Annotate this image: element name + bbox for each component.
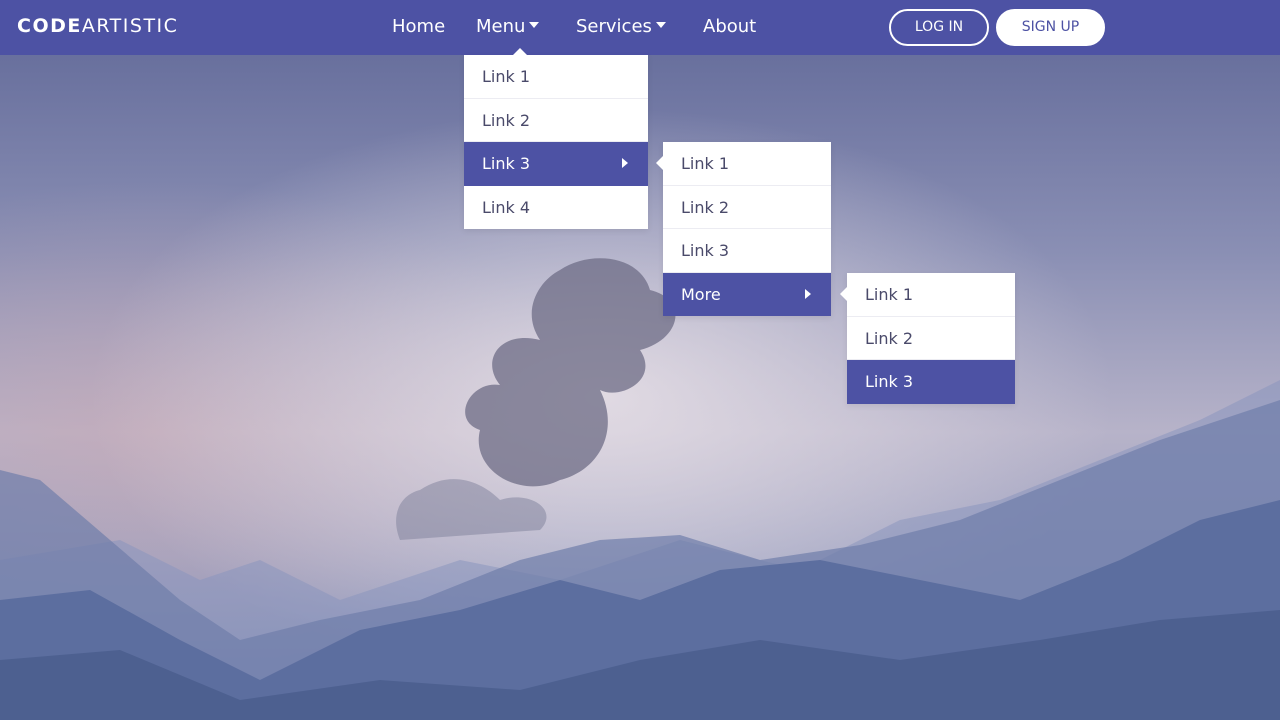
nav-about-link[interactable]: About — [703, 16, 756, 37]
brand-logo-bold: CODE — [17, 15, 82, 37]
submenu2-item-link3[interactable]: Link 3 — [663, 229, 831, 273]
signup-button[interactable]: SIGN UP — [996, 9, 1105, 46]
submenu2-item-label: Link 2 — [681, 197, 730, 217]
menu-dropdown: Link 1 Link 2 Link 3 Link 4 — [464, 55, 648, 229]
submenu3-item-label: Link 1 — [865, 285, 914, 304]
nav-menu-label: Menu — [476, 16, 526, 37]
submenu-pointer-icon — [840, 287, 847, 301]
nav-services-link[interactable]: Services — [576, 16, 666, 37]
menu-dropdown-item-label: Link 4 — [482, 197, 531, 217]
menu-dropdown-item-link2[interactable]: Link 2 — [464, 99, 648, 142]
caret-right-icon — [622, 158, 628, 169]
brand-logo-light: ARTISTIC — [81, 15, 179, 37]
submenu3-item-link2[interactable]: Link 2 — [847, 317, 1015, 360]
dropdown-pointer-icon — [513, 48, 527, 55]
submenu2-item-link1[interactable]: Link 1 — [663, 142, 831, 186]
submenu-level3: Link 1 Link 2 Link 3 — [847, 273, 1015, 404]
menu-dropdown-item-link1[interactable]: Link 1 — [464, 55, 648, 99]
submenu3-item-label: Link 2 — [865, 328, 914, 348]
submenu2-item-label: Link 3 — [681, 241, 730, 260]
submenu-pointer-icon — [656, 156, 663, 170]
nav-home-link[interactable]: Home — [392, 16, 445, 37]
nav-menu-link[interactable]: Menu — [476, 16, 540, 37]
menu-dropdown-item-label: Link 2 — [482, 110, 531, 130]
caret-right-icon — [805, 289, 811, 300]
nav-services-label: Services — [576, 16, 652, 37]
nav-home-label: Home — [392, 16, 446, 37]
login-button[interactable]: LOG IN — [889, 9, 989, 46]
top-navbar: CODEARTISTIC Home Menu Services About LO… — [0, 0, 1280, 55]
nav-about-label: About — [703, 16, 757, 37]
submenu2-item-label: Link 1 — [681, 154, 730, 173]
menu-dropdown-item-label: Link 1 — [482, 67, 531, 86]
submenu2-item-label: More — [681, 284, 721, 304]
caret-down-icon — [655, 22, 666, 28]
menu-dropdown-item-label: Link 3 — [482, 154, 531, 173]
submenu3-item-link1[interactable]: Link 1 — [847, 273, 1015, 317]
submenu2-item-link2[interactable]: Link 2 — [663, 186, 831, 229]
submenu-level2: Link 1 Link 2 Link 3 More — [663, 142, 831, 316]
brand-logo[interactable]: CODEARTISTIC — [17, 15, 178, 37]
submenu2-item-more[interactable]: More — [663, 272, 831, 316]
menu-dropdown-item-link3[interactable]: Link 3 — [464, 142, 648, 186]
submenu3-item-label: Link 3 — [865, 372, 914, 391]
menu-dropdown-item-link4[interactable]: Link 4 — [464, 186, 648, 230]
submenu3-item-link3[interactable]: Link 3 — [847, 360, 1015, 404]
caret-down-icon — [529, 22, 540, 28]
